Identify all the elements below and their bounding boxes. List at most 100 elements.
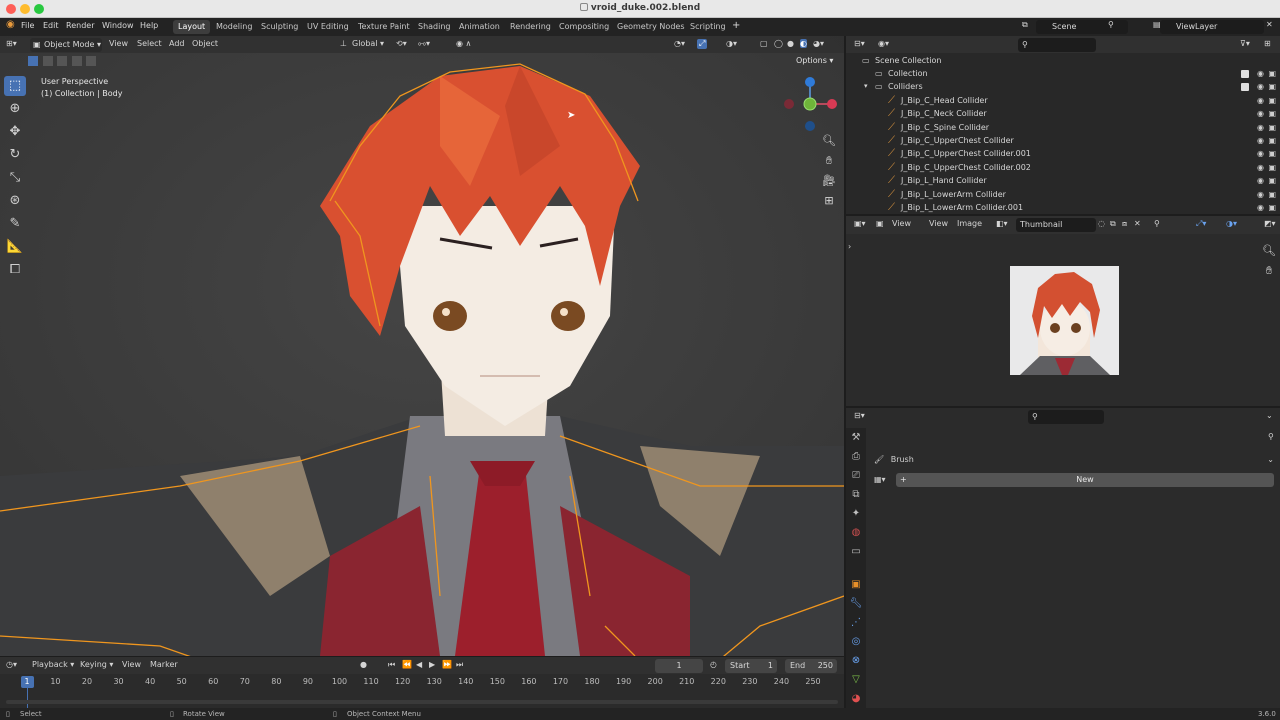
eye-icon[interactable]: ◉ xyxy=(1257,174,1264,187)
expand-arrow-icon[interactable]: ▾ xyxy=(864,80,868,93)
material-tab-icon[interactable]: ◕ xyxy=(846,689,866,708)
menu-edit[interactable]: Edit xyxy=(43,21,59,30)
collection-tab-icon[interactable]: ▭ xyxy=(846,542,866,561)
jump-end-icon[interactable]: ⏭ xyxy=(456,660,463,670)
workspace-tab-scripting[interactable]: Scripting xyxy=(685,20,731,34)
image-gizmo-icon[interactable]: ⤢▾ xyxy=(1196,219,1206,229)
blender-logo-icon[interactable]: ◉ xyxy=(6,19,15,30)
eye-icon[interactable]: ◉ xyxy=(1257,134,1264,147)
outliner-row[interactable]: ⟋ J_Bip_L_LowerArm Collider ◉ ▣ xyxy=(846,188,1280,201)
zoom-view-icon[interactable]: 🔍︎ xyxy=(820,132,838,150)
image-pan-icon[interactable]: ✋︎ xyxy=(1260,262,1278,280)
exclude-checkbox[interactable] xyxy=(1241,83,1249,92)
scale-tool-icon[interactable]: ⤡ xyxy=(4,168,26,188)
viewport-menu-add[interactable]: Add xyxy=(169,39,185,48)
outliner-row-scene-collection[interactable]: ▭ Scene Collection xyxy=(846,54,1280,67)
annotate-tool-icon[interactable]: ✎ xyxy=(4,214,26,234)
render-tab-icon[interactable]: ⎙ xyxy=(846,447,866,466)
outliner-row[interactable]: ⟋ J_Bip_C_Spine Collider ◉ ▣ xyxy=(846,121,1280,134)
image-view-mode-dropdown[interactable]: View xyxy=(892,219,911,228)
viewport-menu-object[interactable]: Object xyxy=(192,39,218,48)
eye-icon[interactable]: ◉ xyxy=(1257,201,1264,214)
add-workspace-icon[interactable]: + xyxy=(732,20,740,31)
move-tool-icon[interactable]: ✥ xyxy=(4,122,26,142)
output-tab-icon[interactable]: ⎚ xyxy=(846,466,866,485)
new-image-icon[interactable]: ⧉ xyxy=(1110,219,1116,229)
outliner-row[interactable]: ▾ ▭ Colliders ◉ ▣ xyxy=(846,80,1280,93)
preview-range-icon[interactable]: ◴ xyxy=(710,660,717,669)
pan-view-icon[interactable]: ✋︎ xyxy=(820,152,838,170)
xray-icon[interactable]: ▢ xyxy=(760,39,768,48)
camera-icon[interactable]: ▣ xyxy=(1268,121,1276,134)
view-layer-tab-icon[interactable]: ⧉ xyxy=(846,485,866,504)
timeline-scrollbar[interactable] xyxy=(6,700,838,704)
menu-render[interactable]: Render xyxy=(66,21,94,30)
camera-icon[interactable]: ▣ xyxy=(1268,174,1276,187)
menu-help[interactable]: Help xyxy=(140,21,158,30)
pin-image-icon[interactable]: ⚲ xyxy=(1154,219,1160,228)
jump-start-icon[interactable]: ⏮ xyxy=(388,660,395,670)
eye-icon[interactable]: ◉ xyxy=(1257,94,1264,107)
orthographic-toggle-icon[interactable]: ⊞ xyxy=(820,192,838,210)
workspace-tab-texture-paint[interactable]: Texture Paint xyxy=(353,20,415,34)
filter-icon[interactable]: ⊽▾ xyxy=(1240,39,1250,48)
timeline-menu-keying[interactable]: Keying ▾ xyxy=(80,660,113,669)
scene-selector[interactable]: Scene xyxy=(1036,20,1128,34)
display-mode-icon[interactable]: ◉▾ xyxy=(878,39,889,48)
view-layer-selector[interactable]: ViewLayer xyxy=(1160,20,1264,34)
select-intersect-icon[interactable] xyxy=(86,56,97,66)
select-extend-icon[interactable] xyxy=(42,56,53,66)
object-tab-icon[interactable]: ▣ xyxy=(846,575,866,594)
orientation-chevron-icon[interactable]: ▾ xyxy=(380,39,384,48)
jump-keyframe-forward-icon[interactable]: ⏩ xyxy=(442,660,452,669)
exclude-checkbox[interactable] xyxy=(1241,70,1249,78)
camera-icon[interactable]: ▣ xyxy=(1268,107,1276,120)
end-frame-field[interactable]: End 250 xyxy=(785,659,837,673)
new-collection-icon[interactable]: ⊞ xyxy=(1264,39,1271,48)
brush-browse-icon[interactable]: ▦▾ xyxy=(874,473,896,487)
outliner-row[interactable]: ▭ Collection ◉ ▣ xyxy=(846,67,1280,80)
image-view-mode-icon[interactable]: ▣ xyxy=(876,219,884,228)
options-dropdown[interactable]: Options ▾ xyxy=(796,56,833,65)
constraints-tab-icon[interactable]: ⊗ xyxy=(846,651,866,670)
image-overlay-icon[interactable]: ◑▾ xyxy=(1226,219,1237,228)
select-box-tool-icon[interactable]: ⬚ xyxy=(4,76,26,96)
expand-sidebar-icon[interactable]: › xyxy=(848,242,851,251)
tool-tab-icon[interactable]: ⚒ xyxy=(846,428,866,447)
eye-icon[interactable]: ◉ xyxy=(1257,121,1264,134)
viewport-menu-view[interactable]: View xyxy=(109,39,128,48)
wireframe-shading-icon[interactable]: ◯ xyxy=(774,39,783,48)
properties-search-input[interactable]: ⚲ xyxy=(1028,410,1104,424)
outliner-row[interactable]: ⟋ J_Bip_C_Neck Collider ◉ ▣ xyxy=(846,107,1280,120)
brush-panel-collapse-icon[interactable]: ⌄ xyxy=(1267,452,1274,468)
menu-file[interactable]: File xyxy=(21,21,34,30)
image-name-field[interactable]: Thumbnail xyxy=(1016,218,1096,232)
image-display-channels-icon[interactable]: ◩▾ xyxy=(1264,219,1276,228)
current-frame-field[interactable]: 1 xyxy=(655,659,703,673)
image-menu-image[interactable]: Image xyxy=(957,219,982,228)
fake-user-icon[interactable]: ◌ xyxy=(1098,219,1105,228)
brush-panel-header[interactable]: 🖌︎ Brush ⌄ xyxy=(870,452,1276,468)
outliner-row[interactable]: ⟋ J_Bip_C_UpperChest Collider.002 ◉ ▣ xyxy=(846,161,1280,174)
image-menu-view[interactable]: View xyxy=(929,219,948,228)
outliner-row[interactable]: ⟋ J_Bip_C_Head Collider ◉ ▣ xyxy=(846,94,1280,107)
camera-icon[interactable]: ▣ xyxy=(1268,188,1276,201)
workspace-tab-modeling[interactable]: Modeling xyxy=(211,20,257,34)
unlink-image-icon[interactable]: ✕ xyxy=(1134,219,1141,228)
new-brush-button[interactable]: + New xyxy=(896,473,1274,487)
record-icon[interactable]: ● xyxy=(360,660,367,669)
data-tab-icon[interactable]: ▽ xyxy=(846,670,866,689)
gizmo-toggle-icon[interactable]: ⤢ xyxy=(697,39,708,49)
outliner-row[interactable]: ⟋ J_Bip_C_UpperChest Collider ◉ ▣ xyxy=(846,134,1280,147)
eye-icon[interactable]: ◉ xyxy=(1257,188,1264,201)
menu-window[interactable]: Window xyxy=(102,21,134,30)
workspace-tab-layout[interactable]: Layout xyxy=(173,20,211,34)
camera-icon[interactable]: ▣ xyxy=(1268,201,1276,214)
outliner-search-input[interactable]: ⚲ xyxy=(1018,38,1096,52)
workspace-tab-geometry-nodes[interactable]: Geometry Nodes xyxy=(612,20,689,34)
image-browse-icon[interactable]: ◧▾ xyxy=(996,219,1008,228)
measure-tool-icon[interactable]: 📐 xyxy=(4,237,26,257)
rendered-shading-icon[interactable]: ◕▾ xyxy=(813,39,824,48)
timeline-menu-marker[interactable]: Marker xyxy=(150,660,178,669)
play-reverse-icon[interactable]: ◀ xyxy=(416,660,422,669)
